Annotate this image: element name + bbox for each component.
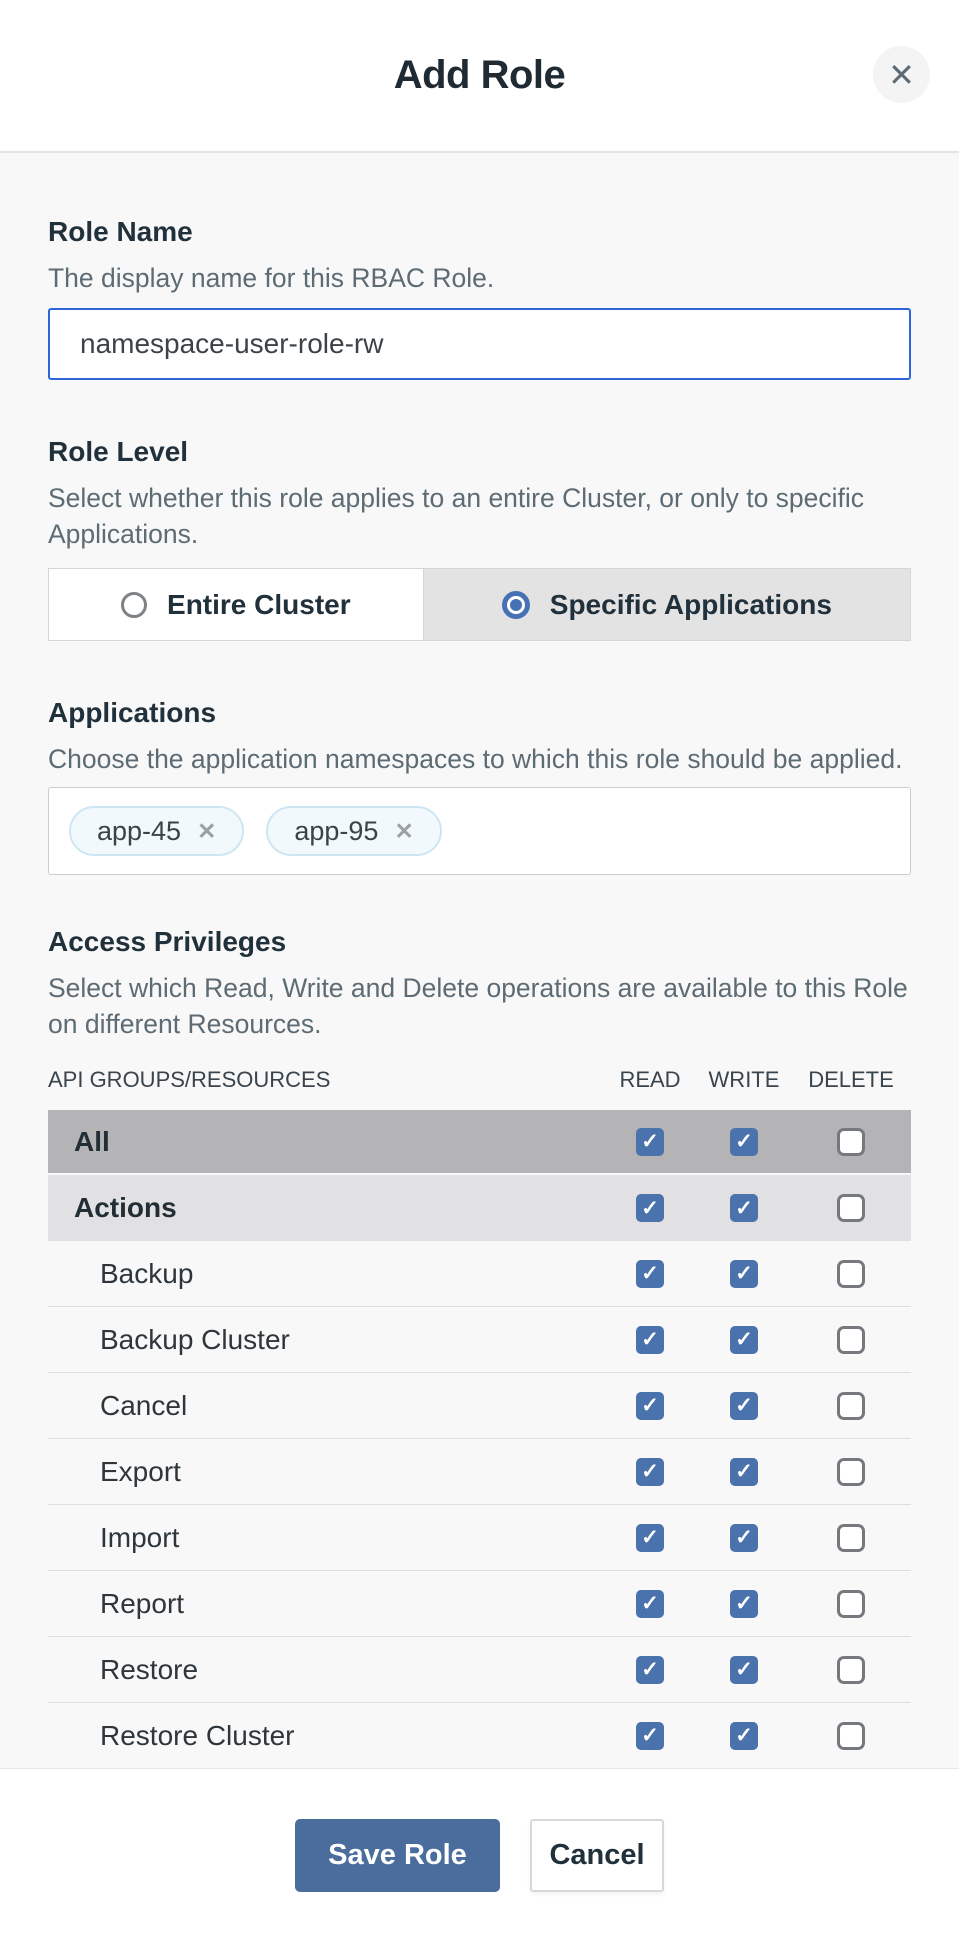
- privileges-table-header: API GROUPS/RESOURCES READ WRITE DELETE: [48, 1060, 911, 1100]
- header-write: WRITE: [709, 1067, 780, 1093]
- delete-checkbox-unchecked[interactable]: [837, 1458, 865, 1486]
- modal-title: Add Role: [394, 53, 566, 98]
- option-entire-cluster[interactable]: Entire Cluster: [49, 569, 423, 640]
- write-checkbox-checked[interactable]: ✓: [730, 1260, 758, 1288]
- write-checkbox-checked[interactable]: ✓: [730, 1128, 758, 1156]
- application-tag: app-45 ✕: [69, 806, 244, 856]
- table-row: Backup ✓ ✓: [48, 1241, 911, 1307]
- delete-checkbox-unchecked[interactable]: [837, 1392, 865, 1420]
- close-icon: ✕: [888, 59, 915, 91]
- delete-checkbox-unchecked[interactable]: [837, 1128, 865, 1156]
- row-resource-name: Restore Cluster: [48, 1720, 603, 1752]
- application-tag-label: app-95: [294, 816, 378, 847]
- cancel-button[interactable]: Cancel: [530, 1819, 664, 1892]
- delete-checkbox-unchecked[interactable]: [837, 1194, 865, 1222]
- read-checkbox-checked[interactable]: ✓: [636, 1590, 664, 1618]
- delete-checkbox-unchecked[interactable]: [837, 1722, 865, 1750]
- delete-checkbox-unchecked[interactable]: [837, 1590, 865, 1618]
- write-checkbox-checked[interactable]: ✓: [730, 1194, 758, 1222]
- read-checkbox-checked[interactable]: ✓: [636, 1656, 664, 1684]
- applications-label: Applications: [48, 696, 911, 729]
- applications-tag-input[interactable]: app-45 ✕ app-95 ✕: [48, 787, 911, 875]
- role-level-description: Select whether this role applies to an e…: [48, 480, 911, 552]
- header-read: READ: [619, 1067, 680, 1093]
- role-level-segmented-control: Entire Cluster Specific Applications: [48, 568, 911, 641]
- row-resource-name: Report: [48, 1588, 603, 1620]
- write-checkbox-checked[interactable]: ✓: [730, 1326, 758, 1354]
- write-checkbox-checked[interactable]: ✓: [730, 1458, 758, 1486]
- table-row: Restore ✓ ✓: [48, 1637, 911, 1703]
- row-resource-name: Backup: [48, 1258, 603, 1290]
- row-resource-name: Import: [48, 1522, 603, 1554]
- modal-header: Add Role ✕: [0, 0, 959, 153]
- save-role-button[interactable]: Save Role: [295, 1819, 500, 1892]
- table-row: Import ✓ ✓: [48, 1505, 911, 1571]
- table-row: Cancel ✓ ✓: [48, 1373, 911, 1439]
- header-api-groups-resources: API GROUPS/RESOURCES: [48, 1067, 330, 1093]
- radio-unselected-icon: [121, 592, 147, 618]
- role-level-label: Role Level: [48, 435, 911, 468]
- write-checkbox-checked[interactable]: ✓: [730, 1392, 758, 1420]
- table-row: Restore Cluster ✓ ✓: [48, 1703, 911, 1768]
- header-delete: DELETE: [808, 1067, 894, 1093]
- access-privileges-description: Select which Read, Write and Delete oper…: [48, 970, 911, 1042]
- delete-checkbox-unchecked[interactable]: [837, 1524, 865, 1552]
- read-checkbox-checked[interactable]: ✓: [636, 1722, 664, 1750]
- option-entire-cluster-label: Entire Cluster: [167, 589, 351, 621]
- application-tag-label: app-45: [97, 816, 181, 847]
- table-row: Backup Cluster ✓ ✓: [48, 1307, 911, 1373]
- delete-checkbox-unchecked[interactable]: [837, 1260, 865, 1288]
- row-resource-name: Cancel: [48, 1390, 603, 1422]
- read-checkbox-checked[interactable]: ✓: [636, 1326, 664, 1354]
- write-checkbox-checked[interactable]: ✓: [730, 1590, 758, 1618]
- delete-checkbox-unchecked[interactable]: [837, 1326, 865, 1354]
- role-name-description: The display name for this RBAC Role.: [48, 260, 911, 296]
- read-checkbox-checked[interactable]: ✓: [636, 1128, 664, 1156]
- radio-dot: [510, 599, 522, 611]
- modal-footer: Save Role Cancel: [0, 1768, 959, 1942]
- option-specific-applications-label: Specific Applications: [550, 589, 832, 621]
- tag-remove-icon[interactable]: ✕: [394, 820, 413, 843]
- read-checkbox-checked[interactable]: ✓: [636, 1392, 664, 1420]
- row-resource-name: Restore: [48, 1654, 603, 1686]
- row-resource-name: All: [48, 1126, 603, 1158]
- table-row: Report ✓ ✓: [48, 1571, 911, 1637]
- access-privileges-label: Access Privileges: [48, 925, 911, 958]
- application-tag: app-95 ✕: [266, 806, 441, 856]
- write-checkbox-checked[interactable]: ✓: [730, 1722, 758, 1750]
- write-checkbox-checked[interactable]: ✓: [730, 1524, 758, 1552]
- tag-remove-icon[interactable]: ✕: [197, 820, 216, 843]
- read-checkbox-checked[interactable]: ✓: [636, 1260, 664, 1288]
- table-row: All ✓ ✓: [48, 1110, 911, 1173]
- close-button[interactable]: ✕: [873, 46, 930, 103]
- table-row: Export ✓ ✓: [48, 1439, 911, 1505]
- option-specific-applications[interactable]: Specific Applications: [423, 569, 910, 640]
- write-checkbox-checked[interactable]: ✓: [730, 1656, 758, 1684]
- modal-body[interactable]: Role Name The display name for this RBAC…: [0, 153, 959, 1768]
- role-name-label: Role Name: [48, 215, 911, 248]
- read-checkbox-checked[interactable]: ✓: [636, 1194, 664, 1222]
- row-resource-name: Export: [48, 1456, 603, 1488]
- radio-selected-icon: [502, 591, 530, 619]
- row-resource-name: Actions: [48, 1192, 603, 1224]
- add-role-modal: Add Role ✕ Role Name The display name fo…: [0, 0, 959, 1942]
- privileges-table: All✓✓Actions✓✓Backup✓✓Backup Cluster✓✓Ca…: [48, 1110, 911, 1768]
- row-resource-name: Backup Cluster: [48, 1324, 603, 1356]
- read-checkbox-checked[interactable]: ✓: [636, 1458, 664, 1486]
- table-row: Actions ✓ ✓: [48, 1175, 911, 1241]
- delete-checkbox-unchecked[interactable]: [837, 1656, 865, 1684]
- role-name-input[interactable]: [48, 308, 911, 380]
- read-checkbox-checked[interactable]: ✓: [636, 1524, 664, 1552]
- applications-description: Choose the application namespaces to whi…: [48, 741, 911, 777]
